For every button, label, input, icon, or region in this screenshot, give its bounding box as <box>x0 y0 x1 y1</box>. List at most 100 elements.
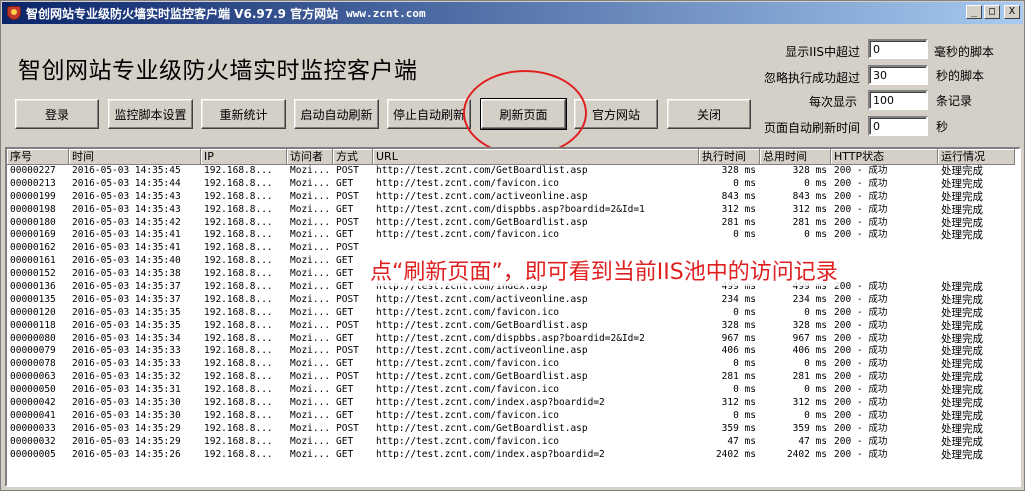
column-header[interactable]: 时间 <box>69 149 201 165</box>
table-cell: Mozi... <box>290 397 331 409</box>
table-row[interactable]: 00000135 2016-05-03 14:35:37 192.168.8... M… <box>7 294 1015 307</box>
table-cell: Mozi... <box>290 229 331 241</box>
table-cell: 200 - 成功 <box>834 422 888 434</box>
table-cell: 200 - 成功 <box>834 165 888 176</box>
table-cell: 2016-05-03 14:35:29 <box>72 422 181 434</box>
table-cell: 192.168.8... <box>204 242 273 254</box>
table-cell: 2016-05-03 14:35:32 <box>72 371 181 383</box>
table-cell: Mozi... <box>290 190 331 202</box>
table-cell: POST <box>336 319 359 331</box>
table-cell: GET <box>336 255 354 267</box>
table-cell: http://test.zcnt.com/favicon.ico <box>376 306 560 318</box>
table-row[interactable]: 00000180 2016-05-03 14:35:42 192.168.8... M… <box>7 217 1015 230</box>
table-cell: 192.168.8... <box>204 384 273 396</box>
table-cell: 967 ms <box>792 332 827 344</box>
table-cell: 2016-05-03 14:35:30 <box>72 409 181 421</box>
table-cell: 192.168.8... <box>204 190 273 202</box>
column-header[interactable]: 执行时间 <box>699 149 760 165</box>
table-cell: 328 ms <box>792 319 827 331</box>
table-cell: 192.168.8... <box>204 422 273 434</box>
stop-auto-refresh-button[interactable]: 停止自动刷新 <box>387 99 471 129</box>
start-auto-refresh-button[interactable]: 启动自动刷新 <box>294 99 379 129</box>
refresh-page-button[interactable]: 刷新页面 <box>480 98 567 130</box>
table-cell: 2016-05-03 14:35:41 <box>72 229 181 241</box>
table-cell: 192.168.8... <box>204 268 273 280</box>
column-header[interactable]: 访问者 <box>287 149 333 165</box>
table-cell: 406 ms <box>792 345 827 357</box>
table-cell: 处理完成 <box>941 371 983 384</box>
column-header[interactable]: HTTP状态 <box>831 149 938 165</box>
table-cell: 处理完成 <box>941 281 983 294</box>
table-cell: 200 - 成功 <box>834 332 888 344</box>
table-row[interactable]: 00000118 2016-05-03 14:35:35 192.168.8... M… <box>7 320 1015 333</box>
access-log-list[interactable]: 序号 时间 IP 访问者 方式 URL 执行时间 总用时间 HTTP状态 运行情况 0000022… <box>5 147 1021 487</box>
column-header[interactable]: URL <box>373 149 699 165</box>
script-settings-button[interactable]: 监控脚本设置 <box>108 99 193 129</box>
table-row[interactable]: 00000042 2016-05-03 14:35:30 192.168.8... M… <box>7 397 1015 410</box>
column-header[interactable]: 序号 <box>7 149 69 165</box>
table-cell: 2016-05-03 14:35:35 <box>72 306 181 318</box>
table-cell: 200 - 成功 <box>834 435 888 447</box>
table-cell: 843 ms <box>792 190 827 202</box>
table-row[interactable]: 00000063 2016-05-03 14:35:32 192.168.8... M… <box>7 371 1015 384</box>
table-row[interactable]: 00000199 2016-05-03 14:35:43 192.168.8... M… <box>7 191 1015 204</box>
minimize-button[interactable]: _ <box>966 5 982 19</box>
table-cell: http://test.zcnt.com/GetBoardlist.asp <box>376 422 588 434</box>
table-cell: 处理完成 <box>941 358 983 371</box>
show-iis-over-input[interactable] <box>868 39 928 59</box>
table-cell: 200 - 成功 <box>834 281 888 293</box>
table-row[interactable]: 00000120 2016-05-03 14:35:35 192.168.8... M… <box>7 307 1015 320</box>
table-row[interactable]: 00000032 2016-05-03 14:35:29 192.168.8... M… <box>7 436 1015 449</box>
table-cell: 0 ms <box>804 177 827 189</box>
table-cell: GET <box>336 306 354 318</box>
each-show-unit: 条记录 <box>936 94 973 108</box>
table-cell: http://test.zcnt.com/favicon.ico <box>376 384 560 396</box>
table-cell: POST <box>336 165 359 176</box>
maximize-button[interactable]: □ <box>984 5 1000 19</box>
table-cell: Mozi... <box>290 177 331 189</box>
table-cell: 234 ms <box>792 293 827 305</box>
each-show-input[interactable] <box>868 90 928 110</box>
table-row[interactable]: 00000169 2016-05-03 14:35:41 192.168.8... M… <box>7 229 1015 242</box>
table-row[interactable]: 00000227 2016-05-03 14:35:45 192.168.8... M… <box>7 165 1015 178</box>
table-cell: 312 ms <box>792 203 827 215</box>
table-cell: 处理完成 <box>941 409 983 422</box>
column-header[interactable]: 总用时间 <box>760 149 831 165</box>
login-button[interactable]: 登录 <box>15 99 99 129</box>
table-cell: 00000198 <box>10 203 56 215</box>
table-cell: 234 ms <box>721 293 756 305</box>
close-window-button[interactable]: X <box>1004 5 1020 19</box>
table-cell: 328 ms <box>792 165 827 176</box>
title-bar[interactable]: 智创网站专业级防火墙实时监控客户端 V6.97.9 官方网站 www.zcnt.… <box>2 2 1023 24</box>
table-cell: 200 - 成功 <box>834 384 888 396</box>
table-row[interactable]: 00000079 2016-05-03 14:35:33 192.168.8... M… <box>7 345 1015 358</box>
restat-button[interactable]: 重新统计 <box>201 99 286 129</box>
auto-refresh-input[interactable] <box>868 116 928 136</box>
table-row[interactable]: 00000050 2016-05-03 14:35:31 192.168.8... M… <box>7 384 1015 397</box>
table-cell: 2016-05-03 14:35:38 <box>72 268 181 280</box>
table-cell <box>938 242 1015 255</box>
table-row[interactable]: 00000041 2016-05-03 14:35:30 192.168.8... M… <box>7 410 1015 423</box>
table-row[interactable]: 00000078 2016-05-03 14:35:33 192.168.8... M… <box>7 358 1015 371</box>
table-cell <box>938 255 1015 268</box>
table-row[interactable]: 00000080 2016-05-03 14:35:34 192.168.8... M… <box>7 333 1015 346</box>
table-row[interactable]: 00000213 2016-05-03 14:35:44 192.168.8... M… <box>7 178 1015 191</box>
table-cell: http://test.zcnt.com/favicon.ico <box>376 409 560 421</box>
table-cell: 200 - 成功 <box>834 448 888 460</box>
table-row[interactable]: 00000033 2016-05-03 14:35:29 192.168.8... M… <box>7 423 1015 436</box>
table-cell: 312 ms <box>721 203 756 215</box>
table-cell: GET <box>336 177 354 189</box>
table-cell: 200 - 成功 <box>834 371 888 383</box>
shield-app-icon[interactable] <box>6 5 22 21</box>
table-row[interactable]: 00000005 2016-05-03 14:35:26 192.168.8... M… <box>7 449 1015 462</box>
column-header[interactable]: IP <box>201 149 287 165</box>
ignore-success-input[interactable] <box>868 65 928 85</box>
official-site-button[interactable]: 官方网站 <box>574 99 658 129</box>
table-row[interactable]: 00000198 2016-05-03 14:35:43 192.168.8... M… <box>7 204 1015 217</box>
column-header[interactable]: 运行情况 <box>938 149 1015 165</box>
close-button[interactable]: 关闭 <box>667 99 751 129</box>
table-cell: 192.168.8... <box>204 409 273 421</box>
column-header[interactable]: 方式 <box>333 149 373 165</box>
table-cell: http://test.zcnt.com/GetBoardlist.asp <box>376 319 588 331</box>
table-cell: 200 - 成功 <box>834 306 888 318</box>
